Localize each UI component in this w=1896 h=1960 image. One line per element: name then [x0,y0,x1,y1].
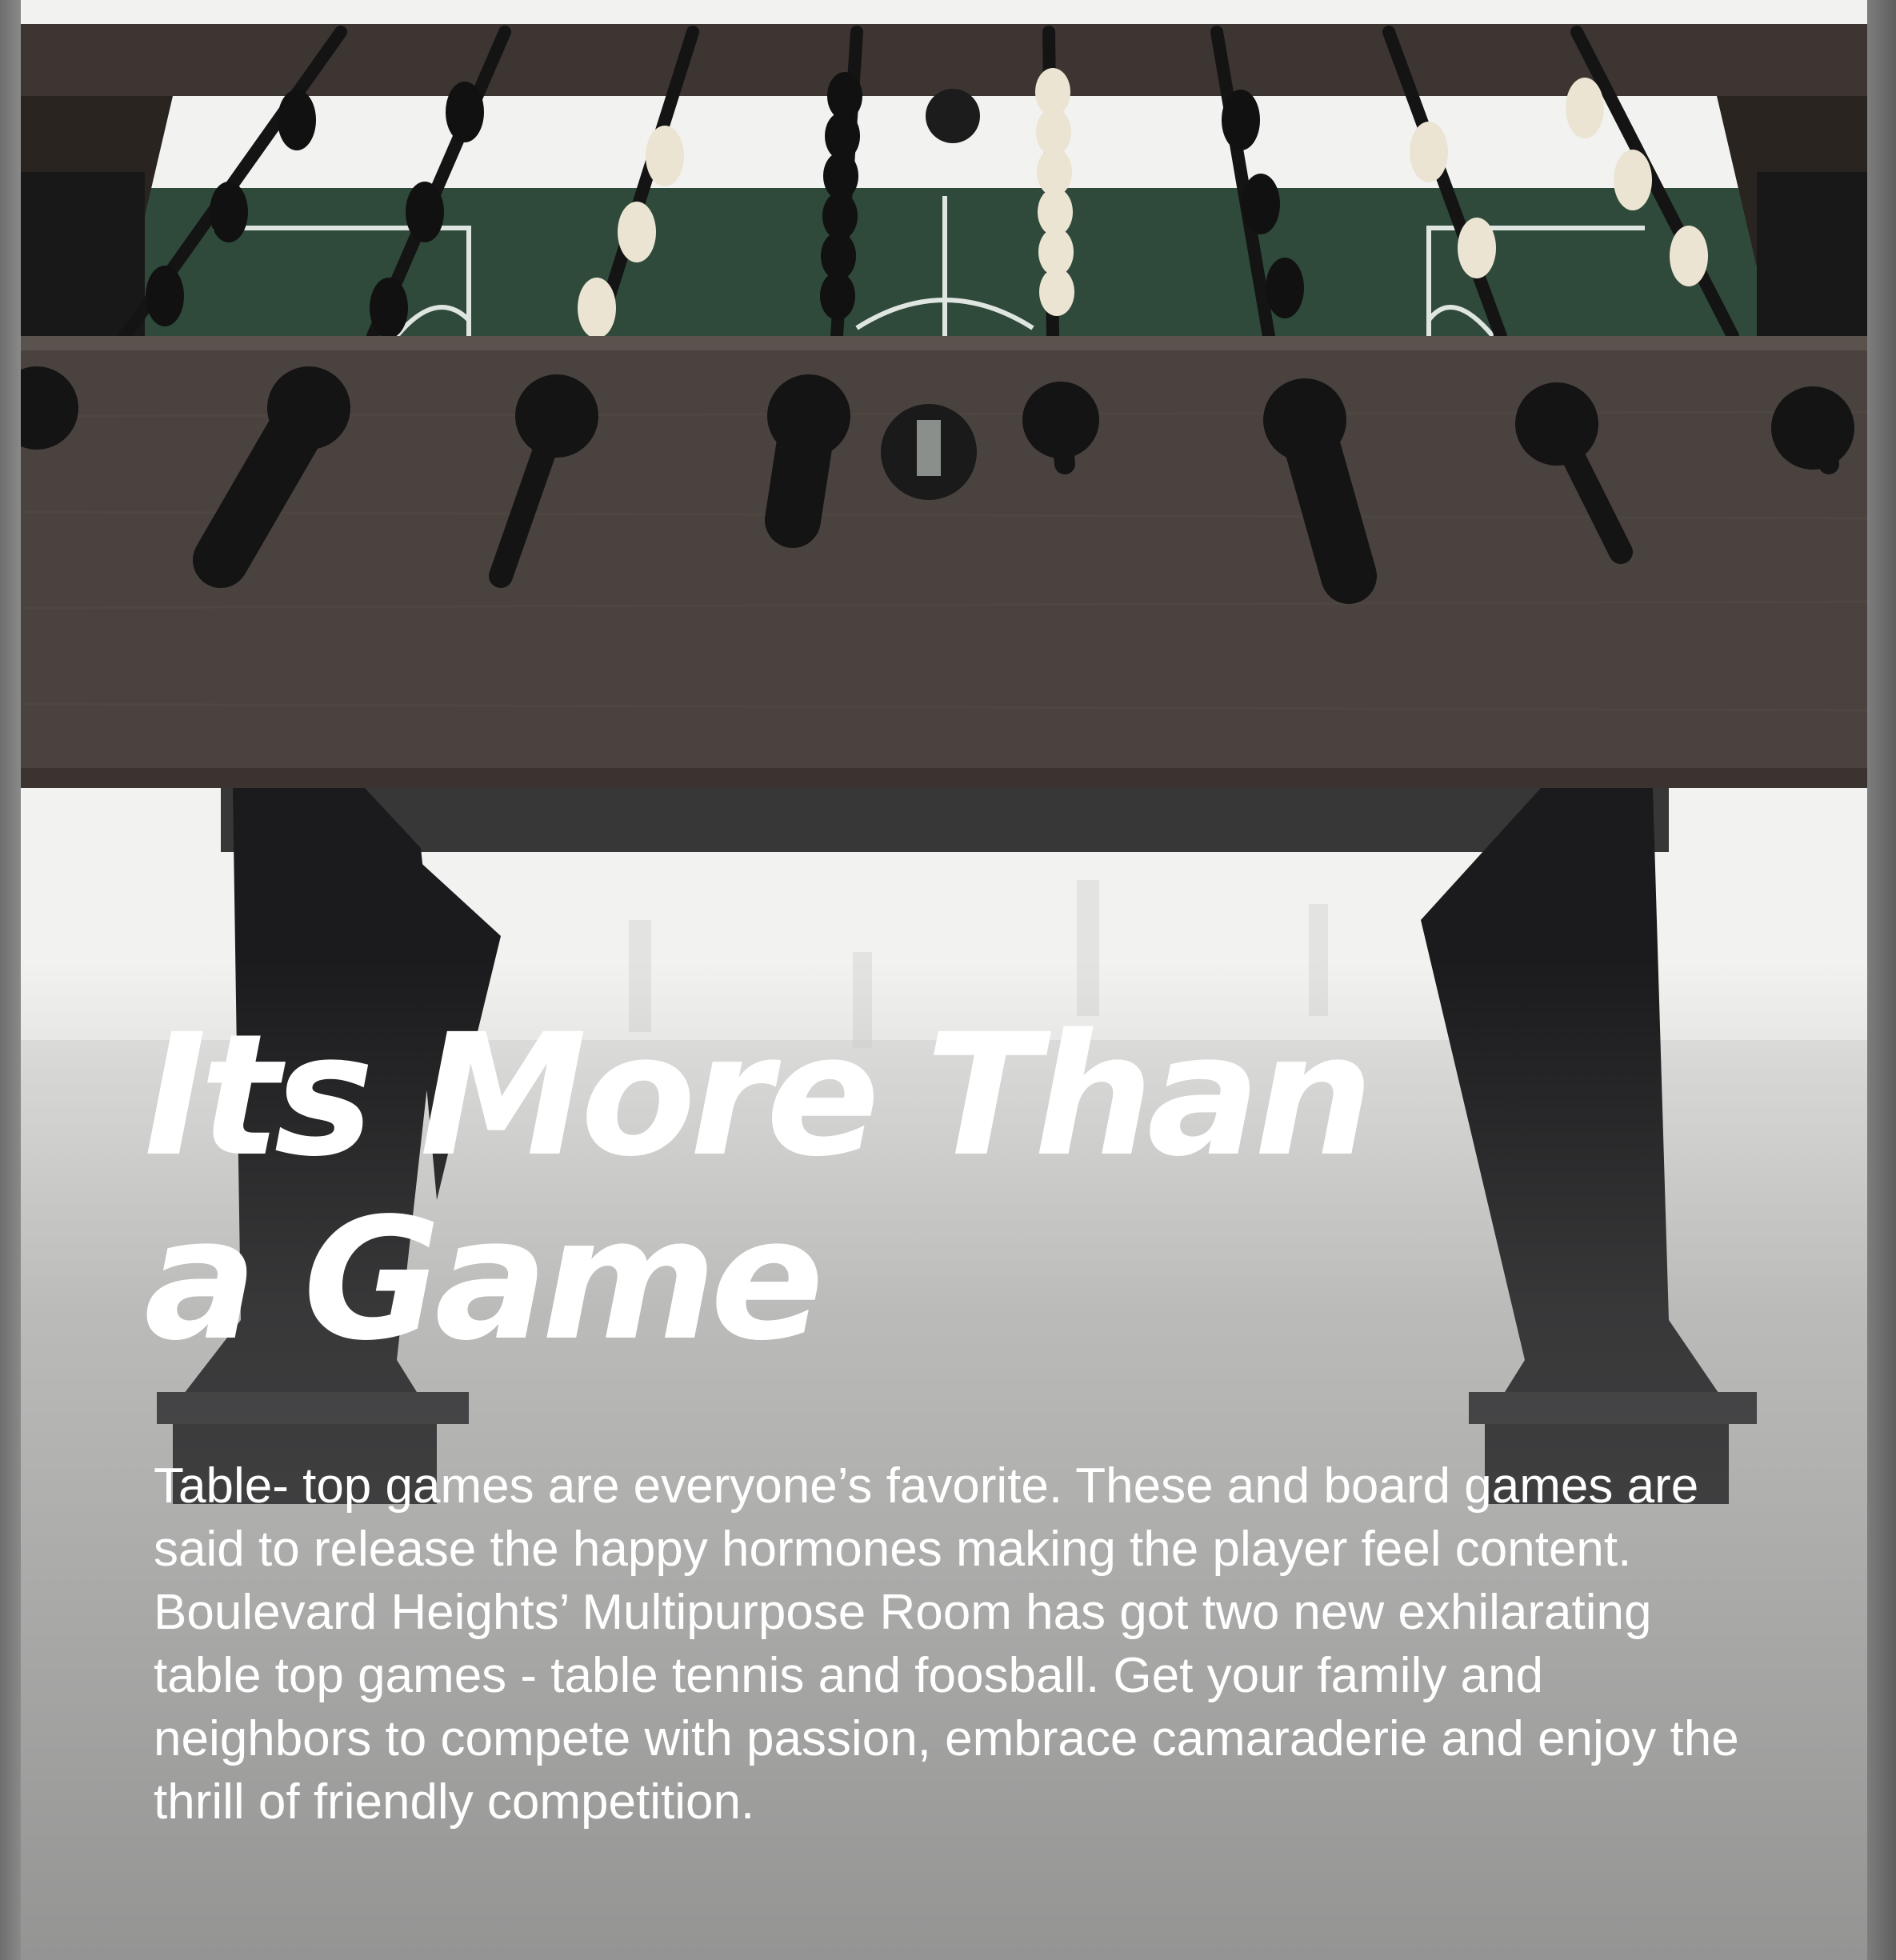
headline-line-2: a Game [144,1182,824,1378]
body-paragraph: Table- top games are everyone’s favorite… [154,1458,1739,1830]
headline-line-1: Its More Than [144,998,1374,1194]
headline: Its More Than a Game [144,1004,1504,1372]
page-frame: Its More Than a Game Table- top games ar… [0,0,1896,1960]
